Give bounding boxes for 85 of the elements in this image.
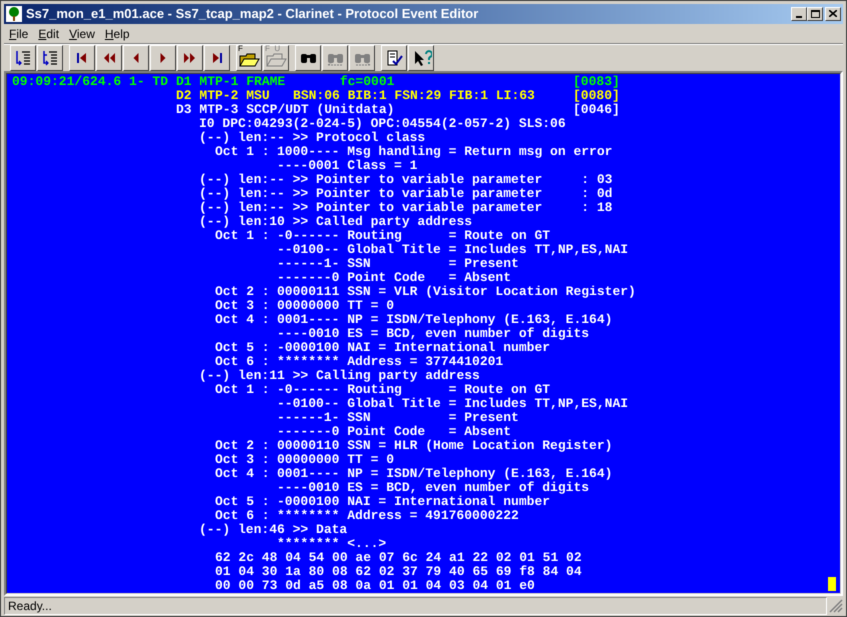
parameter-header: (--) len:10 >> Called party address bbox=[199, 215, 474, 229]
toolbar-button[interactable] bbox=[37, 44, 63, 71]
toolbar-button[interactable] bbox=[408, 44, 434, 71]
parameter-header: (--) len:46 >> Data bbox=[199, 523, 348, 537]
octet-label: Oct 3 : bbox=[215, 299, 271, 313]
menu-item[interactable]: View bbox=[64, 24, 100, 42]
toolbar-button[interactable] bbox=[381, 44, 407, 71]
left-arrow-icon bbox=[133, 52, 139, 63]
octet-label: Oct 1 : bbox=[215, 145, 271, 159]
toolbar-button[interactable] bbox=[295, 44, 321, 71]
layer-header: D2 MTP-2 MSU BSN:06 BIB:1 FSN:29 FIB:1 LI:63 bbox=[176, 89, 536, 103]
field-decode: -0000100 NAI = International number bbox=[277, 495, 550, 509]
resize-grip-icon bbox=[829, 599, 843, 613]
field-decode: -------0 Point Code = Absent bbox=[277, 425, 512, 439]
octet-label: Oct 2 : bbox=[215, 439, 271, 453]
field-decode: --0100-- Global Title = Includes TT,NP,ES,NAI bbox=[277, 397, 628, 411]
byte-count: [0046] bbox=[573, 103, 620, 117]
field-decode: ----0010 ES = BCD, even number of digits bbox=[277, 481, 590, 495]
octet-label: Oct 4 : bbox=[215, 467, 271, 481]
field-decode: ******** <...> bbox=[277, 537, 386, 551]
field-decode: 0001---- NP = ISDN/Telephony (E.163, E.164) bbox=[277, 313, 612, 327]
timestamp: 09:09:21/624.6 1- TD bbox=[12, 75, 170, 89]
toolbar-button[interactable] bbox=[10, 44, 36, 71]
maximize-button[interactable] bbox=[807, 6, 823, 21]
field-decode: ******** Address = 3774410201 bbox=[277, 355, 504, 369]
parameter-header: (--) len:-- >> Protocol class bbox=[199, 131, 426, 145]
toolbar-button[interactable] bbox=[69, 44, 95, 71]
field-decode: ----0010 ES = BCD, even number of digits bbox=[277, 327, 590, 341]
field-decode: -0------ Routing = Route on GT bbox=[277, 229, 550, 243]
close-button[interactable] bbox=[825, 6, 841, 21]
tree-collapse-icon bbox=[41, 48, 59, 67]
checklist-icon bbox=[385, 48, 403, 67]
window-title: Ss7_mon_e1_m01.ace - Ss7_tcap_map2 - Clarinet - Protocol Event Editor bbox=[26, 5, 480, 23]
octet-label: Oct 5 : bbox=[215, 341, 271, 355]
hex-dump: 01 04 30 1a 80 08 62 02 37 79 40 65 69 f8 84 04 bbox=[215, 565, 582, 579]
menu-item[interactable]: File bbox=[4, 24, 34, 42]
toolbar-button[interactable] bbox=[204, 44, 230, 71]
octet-label: Oct 1 : bbox=[215, 229, 271, 243]
toolbar-button[interactable] bbox=[96, 44, 122, 71]
field-decode: 00000000 TT = 0 bbox=[277, 299, 394, 313]
field-decode: -0------ Routing = Route on GT bbox=[277, 383, 550, 397]
field-decode: 00000110 SSN = HLR (Home Location Register) bbox=[277, 439, 612, 453]
field-decode: --0100-- Global Title = Includes TT,NP,ES,NAI bbox=[277, 243, 628, 257]
field-decode: ------1- SSN = Present bbox=[277, 411, 519, 425]
octet-label: Oct 6 : bbox=[215, 509, 271, 523]
minimize-button[interactable] bbox=[791, 6, 807, 21]
field-decode: -------0 Point Code = Absent bbox=[277, 271, 512, 285]
field-decode: ******** Address = 491760000222 bbox=[277, 509, 519, 523]
hex-dump: 62 2c 48 04 54 00 ae 07 6c 24 a1 22 02 01 51 02 bbox=[215, 551, 582, 565]
layer-header: D3 MTP-3 SCCP/UDT (Unitdata) bbox=[176, 103, 396, 117]
field-decode: ------1- SSN = Present bbox=[277, 257, 519, 271]
tree-icon bbox=[6, 6, 22, 22]
toolbar-button[interactable] bbox=[123, 44, 149, 71]
parameter-header: (--) len:11 >> Calling party address bbox=[199, 369, 481, 383]
field-decode: ----0001 Class = 1 bbox=[277, 159, 418, 173]
parameter-header: (--) len:-- >> Pointer to variable parameter : 0d bbox=[199, 187, 614, 201]
parameter-header: (--) len:-- >> Pointer to variable parameter : 18 bbox=[199, 201, 614, 215]
field-decode: 0001---- NP = ISDN/Telephony (E.163, E.164) bbox=[277, 467, 612, 481]
field-decode: 00000000 TT = 0 bbox=[277, 453, 394, 467]
address-line: I0 DPC:04293(2-024-5) OPC:04554(2-057-2) SLS:06 bbox=[199, 117, 567, 131]
byte-count: [0080] bbox=[573, 89, 620, 103]
parameter-header: (--) len:-- >> Pointer to variable parameter : 03 bbox=[199, 173, 614, 187]
layer-header: D1 MTP-1 FRAME fc=0001 bbox=[176, 75, 396, 89]
minimize-icon bbox=[796, 16, 802, 18]
text-cursor bbox=[828, 577, 836, 591]
toolbar-button[interactable] bbox=[150, 44, 176, 71]
menu-item[interactable]: Help bbox=[100, 24, 135, 42]
octet-label: Oct 2 : bbox=[215, 285, 271, 299]
octet-label: Oct 6 : bbox=[215, 355, 271, 369]
status-text: Ready... bbox=[8, 598, 52, 615]
byte-count: [0083] bbox=[573, 75, 620, 89]
right-arrow-icon bbox=[160, 52, 166, 63]
octet-label: Oct 4 : bbox=[215, 313, 271, 327]
field-decode: -0000100 NAI = International number bbox=[277, 341, 550, 355]
octet-label: Oct 3 : bbox=[215, 453, 271, 467]
tree-expand-icon bbox=[14, 48, 32, 67]
menu-item[interactable]: Edit bbox=[33, 24, 64, 42]
hex-dump: 00 00 73 0d a5 08 0a 01 01 04 03 04 01 e0 bbox=[215, 579, 535, 593]
field-decode: 00000111 SSN = VLR (Visitor Location Register) bbox=[277, 285, 636, 299]
close-icon bbox=[829, 10, 837, 18]
octet-label: Oct 5 : bbox=[215, 495, 271, 509]
toolbar-button[interactable] bbox=[177, 44, 203, 71]
maximize-icon bbox=[810, 10, 820, 18]
octet-label: Oct 1 : bbox=[215, 383, 271, 397]
field-decode: 1000---- Msg handling = Return msg on error bbox=[277, 145, 612, 159]
